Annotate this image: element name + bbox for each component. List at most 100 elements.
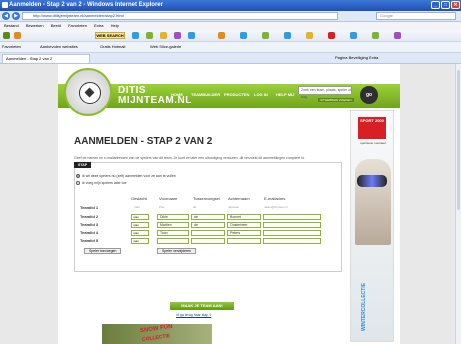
menu-bestand[interactable]: Bestand (4, 23, 19, 28)
favorites-button[interactable]: Favorieten (2, 42, 21, 52)
football-icon (79, 82, 101, 104)
menu-beeld[interactable]: Beeld (51, 23, 61, 28)
radio-option-now[interactable]: Ik wil deze spelers nu (zelf) aanmelden … (76, 174, 176, 179)
tussenvoegsel-input[interactable]: de (191, 214, 225, 220)
achternaam-input[interactable]: Oosterbeer (227, 222, 261, 228)
menu-favorieten[interactable]: Favorieten (68, 23, 87, 28)
bottom-advert[interactable]: SNOW FUN COLLECTIE (102, 324, 212, 344)
voornaam-input[interactable]: Dikie (157, 214, 189, 220)
radio-option-later[interactable]: Ik voeg mijn spelers later toe (76, 181, 127, 186)
ad-wintercollectie: WINTERCOLLECTIE (361, 282, 367, 331)
fav-link[interactable]: Aanbevolen websites (40, 42, 78, 52)
menu-bewerken[interactable]: Bewerken (26, 23, 44, 28)
sport2000-logo: SPORT 2000 (358, 117, 386, 139)
gender-select[interactable]: man (131, 214, 149, 220)
advanced-search-link[interactable]: UITGEBREID ZOEKEN (318, 98, 354, 102)
vertical-scrollbar[interactable] (455, 64, 461, 344)
fav-link[interactable]: Gratis Hotmail (100, 42, 125, 52)
achternaam-input[interactable]: Peters (227, 230, 261, 236)
achternaam-input[interactable]: Bonnet (227, 214, 261, 220)
hint-tussen: de (193, 205, 197, 209)
side-advert[interactable]: SPORT 2000 sportiever voordeel WINTERCOL… (350, 110, 394, 342)
browser-toolbar: WEB SEARCH (0, 30, 461, 42)
tussenvoegsel-input[interactable]: de (191, 222, 225, 228)
gender-select[interactable]: man (131, 222, 149, 228)
scrollbar-thumb[interactable] (457, 70, 460, 210)
voornaam-input[interactable]: Martien (157, 222, 189, 228)
hint-achternaam: Janssen (228, 205, 240, 209)
toolbar-icon[interactable] (306, 32, 313, 39)
back-link[interactable]: of ga terug naar stap 1 (176, 313, 211, 317)
hint-email: naam@domein.nl (264, 205, 288, 209)
row-label: Teamlid 4 (80, 230, 99, 235)
back-button[interactable]: ◀ (2, 12, 10, 20)
gender-select[interactable]: man (131, 230, 149, 236)
radio-label: Ik wil deze spelers nu (zelf) aanmelden … (82, 174, 176, 178)
browser-search-input[interactable]: Google (376, 12, 456, 20)
page-viewport: DITIS MIJNTEAM.NL HOME TEAMBUILDER PRODU… (0, 64, 455, 344)
nav-producten[interactable]: PRODUCTEN (224, 92, 249, 97)
toolbar-icon[interactable] (146, 32, 153, 39)
site-logo[interactable] (64, 68, 112, 116)
menu-help[interactable]: Help (111, 23, 119, 28)
col-achternaam: Achternaam (228, 196, 250, 201)
toolbar-icon[interactable] (328, 32, 335, 39)
window-title: Aanmelden - Stap 2 van 2 - Windows Inter… (9, 2, 163, 8)
tussenvoegsel-input[interactable] (191, 238, 225, 244)
toolbar-icon[interactable] (284, 32, 291, 39)
site-search-input[interactable]: Zoek een team, plaats, speler of bag (298, 86, 352, 99)
create-team-button[interactable]: MAAK JE TEAM AAN! (170, 302, 234, 310)
col-tussenvoegsel: Tussenvoegsel (193, 196, 220, 201)
gender-select[interactable]: man (131, 238, 149, 244)
browser-tab[interactable]: Aanmelden - Stap 2 van 2 (2, 54, 90, 63)
email-input[interactable] (263, 238, 321, 244)
voornaam-input[interactable] (157, 238, 189, 244)
row-label: Teamlid 1 (80, 205, 99, 210)
voornaam-input[interactable]: Toon (157, 230, 189, 236)
window-titlebar: Aanmelden - Stap 2 van 2 - Windows Inter… (0, 0, 461, 11)
site-container: DITIS MIJNTEAM.NL HOME TEAMBUILDER PRODU… (58, 64, 400, 344)
addon-icon[interactable] (3, 32, 10, 39)
close-button[interactable]: ✕ (451, 1, 460, 9)
row-label: Teamlid 2 (80, 214, 99, 219)
command-bar[interactable]: Pagina Beveiliging Extra (335, 53, 378, 63)
email-input[interactable] (263, 230, 321, 236)
toolbar-icon[interactable] (174, 32, 181, 39)
tussenvoegsel-input[interactable] (191, 230, 225, 236)
toolbar-icon[interactable] (350, 32, 357, 39)
radio-label: Ik voeg mijn spelers later toe (82, 181, 127, 185)
email-input[interactable] (263, 222, 321, 228)
forward-button[interactable]: ▶ (12, 12, 20, 20)
toolbar-icon[interactable] (372, 32, 379, 39)
goggles-image (357, 175, 387, 187)
fav-link[interactable]: Web Slice-galerie (150, 42, 181, 52)
radio-selected-icon[interactable] (76, 174, 80, 179)
minimize-button[interactable]: _ (431, 1, 440, 9)
toolbar-icon[interactable] (188, 32, 195, 39)
toolbar-icon[interactable] (218, 32, 225, 39)
toolbar-icon[interactable] (394, 32, 401, 39)
row-label: Teamlid 3 (80, 222, 99, 227)
col-geslacht: Geslacht (131, 196, 147, 201)
nav-home[interactable]: HOME (171, 92, 183, 97)
nav-teambuilder[interactable]: TEAMBUILDER (191, 92, 220, 97)
nav-help[interactable]: HELP MIJ (276, 92, 294, 97)
hint-voornaam: Piet (159, 205, 165, 209)
add-player-button[interactable]: Speler toevoegen (84, 248, 122, 254)
toolbar-search-button[interactable]: WEB SEARCH (95, 32, 125, 39)
menu-extra[interactable]: Extra (94, 23, 103, 28)
addon-icon[interactable] (14, 32, 21, 39)
maximize-button[interactable]: □ (441, 1, 450, 9)
radio-icon[interactable] (76, 181, 80, 186)
url-input[interactable]: http://www.ditisjemijnteam.nl/aanmelden/… (22, 12, 338, 20)
remove-player-button[interactable]: Speler verwijderen (157, 248, 196, 254)
nav-login[interactable]: LOG IN (254, 92, 268, 97)
search-go-button[interactable]: go (360, 86, 378, 104)
achternaam-input[interactable] (227, 238, 261, 244)
col-email: E-mailadres (264, 196, 286, 201)
toolbar-icon[interactable] (240, 32, 247, 39)
toolbar-icon[interactable] (132, 32, 139, 39)
toolbar-icon[interactable] (160, 32, 167, 39)
email-input[interactable] (263, 214, 321, 220)
toolbar-icon[interactable] (262, 32, 269, 39)
